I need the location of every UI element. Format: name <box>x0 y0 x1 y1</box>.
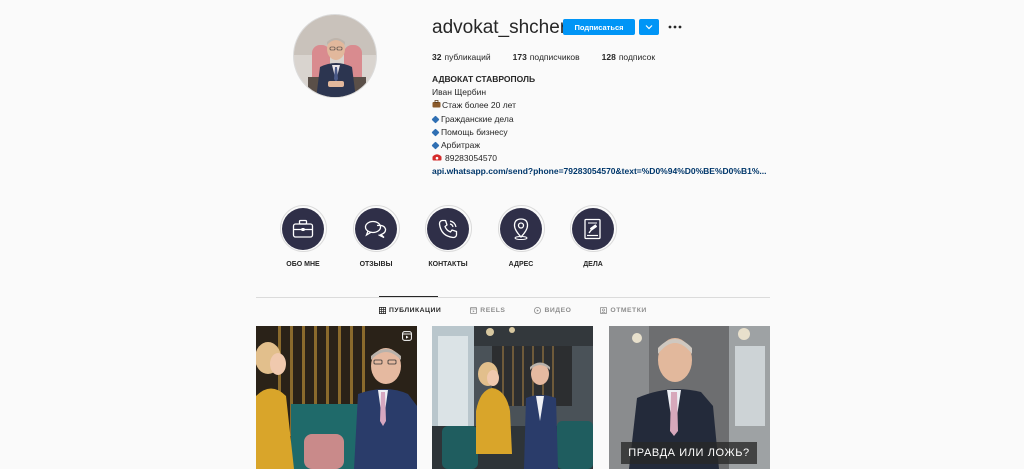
gavel-document-icon <box>584 218 601 239</box>
highlight-reviews[interactable]: ОТЗЫВЫ <box>346 205 406 268</box>
stat-followers-count: 173 <box>512 52 527 62</box>
suggested-dropdown-button[interactable] <box>639 19 659 35</box>
stat-followers[interactable]: 173 подписчиков <box>513 52 580 62</box>
highlight-ring <box>497 205 545 252</box>
profile-avatar[interactable] <box>293 14 377 98</box>
briefcase-icon <box>292 219 314 238</box>
bio-service-line: Арбитраж <box>431 139 766 152</box>
tab-label: ВИДЕО <box>544 307 572 314</box>
tabs-divider <box>256 297 770 298</box>
post-image <box>256 326 417 469</box>
highlight-ring <box>352 205 400 252</box>
post-image <box>432 326 593 469</box>
tagged-icon <box>600 307 608 314</box>
bio-phone-line: 89283054570 <box>432 152 766 165</box>
post-tile[interactable] <box>256 326 417 469</box>
blue-diamond-icon <box>431 141 440 150</box>
map-pin-icon <box>513 217 529 240</box>
bio-phone: 89283054570 <box>445 153 498 164</box>
tab-posts[interactable]: ПУБЛИКАЦИИ <box>379 307 441 314</box>
highlight-label: ОБО МНЕ <box>286 261 320 268</box>
bio-service-line: Гражданские дела <box>431 113 766 126</box>
stat-following-count: 128 <box>601 52 616 62</box>
bio-experience: Стаж более 20 лет <box>442 100 517 111</box>
highlight-cases[interactable]: ДЕЛА <box>563 205 623 268</box>
reels-icon <box>402 331 412 341</box>
highlight-about[interactable]: ОБО МНЕ <box>273 205 333 268</box>
stat-following[interactable]: 128 подписок <box>602 52 655 62</box>
highlight-label: ДЕЛА <box>583 261 603 268</box>
follow-button[interactable]: Подписаться <box>563 19 635 35</box>
highlight-contacts[interactable]: КОНТАКТЫ <box>418 205 478 268</box>
profile-tabs: ПУБЛИКАЦИИ REELS ВИДЕО ОТМЕТКИ <box>379 307 676 314</box>
stat-posts: 32 публикаций <box>432 52 491 62</box>
stat-followers-label: подписчиков <box>529 52 580 62</box>
telephone-emoji-icon <box>432 152 442 165</box>
stat-posts-label: публикаций <box>444 52 491 62</box>
highlight-ring <box>279 205 327 252</box>
bio-service-line: Помощь бизнесу <box>431 126 766 139</box>
tab-video[interactable]: ВИДЕО <box>534 307 571 314</box>
grid-icon <box>379 307 386 314</box>
blue-diamond-icon <box>431 128 440 137</box>
highlight-ring <box>569 205 617 252</box>
post-tile[interactable] <box>432 326 593 469</box>
stat-posts-count: 32 <box>432 52 442 62</box>
bio-title: АДВОКАТ СТАВРОПОЛЬ <box>432 74 536 84</box>
highlight-label: ОТЗЫВЫ <box>359 261 393 268</box>
reels-icon <box>470 307 478 314</box>
active-tab-indicator <box>379 296 438 297</box>
bio-link[interactable]: api.whatsapp.com/send?phone=79283054570&… <box>432 165 766 178</box>
bio-service: Арбитраж <box>441 140 481 151</box>
tab-label: ОТМЕТКИ <box>610 307 647 314</box>
chat-bubbles-icon <box>364 220 387 238</box>
briefcase-emoji-icon <box>432 99 441 112</box>
phone-icon <box>438 219 458 238</box>
highlight-label: АДРЕС <box>508 261 534 268</box>
reel-badge <box>402 331 412 341</box>
more-options-button[interactable] <box>667 19 683 35</box>
blue-diamond-icon <box>431 115 440 124</box>
tab-label: ПУБЛИКАЦИИ <box>389 307 442 314</box>
profile-stats: 32 публикаций 173 подписчиков 128 подписок <box>432 52 677 62</box>
bio-name: Иван Щербин <box>432 87 487 98</box>
tab-label: REELS <box>480 307 506 314</box>
bio-service: Гражданские дела <box>441 113 514 124</box>
bio-service: Помощь бизнесу <box>441 126 508 137</box>
video-icon <box>534 307 542 314</box>
bio-experience-line: Стаж более 20 лет <box>432 99 766 112</box>
post-overlay-text: ПРАВДА ИЛИ ЛОЖЬ? <box>621 442 757 464</box>
chevron-down-icon <box>645 25 653 30</box>
highlight-label: КОНТАКТЫ <box>428 261 468 268</box>
tab-reels[interactable]: REELS <box>470 307 505 314</box>
more-icon <box>668 25 682 29</box>
stat-following-label: подписок <box>618 52 656 62</box>
profile-bio: АДВОКАТ СТАВРОПОЛЬ Иван Щербин Стаж боле… <box>431 73 766 179</box>
highlight-address[interactable]: АДРЕС <box>491 205 551 268</box>
post-tile[interactable]: ПРАВДА ИЛИ ЛОЖЬ? <box>609 326 770 469</box>
highlight-ring <box>424 205 472 252</box>
tab-tagged[interactable]: ОТМЕТКИ <box>600 307 646 314</box>
